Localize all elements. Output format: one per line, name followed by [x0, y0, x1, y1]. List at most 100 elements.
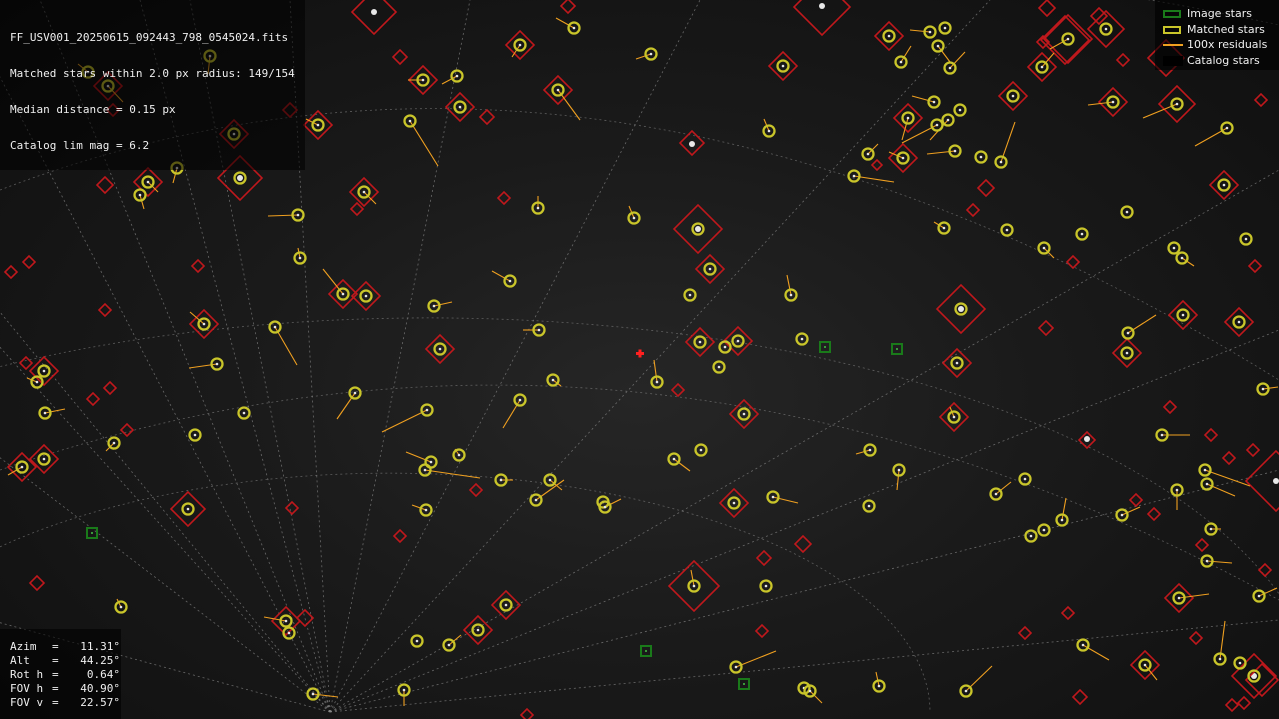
matched-star-core [402, 688, 406, 692]
matched-star-core [508, 279, 512, 283]
residual-line [909, 29, 931, 33]
matched-star-core [432, 304, 436, 308]
catalog-star-marker [1224, 697, 1240, 713]
header-info: FF_USV001_20250615_092443_798_0545024.fi… [0, 0, 305, 170]
matched-star-core [708, 267, 712, 271]
catalog-star-marker [976, 178, 996, 198]
legend-label: 100x residuals [1187, 38, 1268, 51]
matched-star-core [1042, 246, 1046, 250]
catalog-star-marker [1017, 625, 1033, 641]
matched-star-core [742, 412, 746, 416]
matched-star-core [767, 129, 771, 133]
catalog-star-marker [97, 302, 113, 318]
rotation-row: Rot h = 0.64° [10, 668, 120, 681]
matched-star-core [717, 365, 721, 369]
legend-catalog-stars: Catalog stars [1155, 54, 1279, 68]
matched-star-core [979, 155, 983, 159]
image-star-core [824, 346, 826, 348]
matched-star-core [455, 74, 459, 78]
matched-star-core [273, 325, 277, 329]
catalog-star-marker [793, 534, 813, 554]
catalog-stars-swatch-icon [1163, 56, 1183, 66]
matched-star-core [537, 328, 541, 332]
matched-star-core [943, 26, 947, 30]
catalog-star-marker [1071, 688, 1089, 706]
matched-star-core [1205, 482, 1209, 486]
matched-star-core [202, 322, 206, 326]
limiting-magnitude-text: Catalog lim mag = 6.2 [10, 139, 150, 152]
catalog-star-marker [1203, 427, 1219, 443]
matched-star-core [20, 465, 24, 469]
median-distance-text: Median distance = 0.15 px [10, 103, 176, 116]
catalog-star-marker [1247, 258, 1263, 274]
matched-star-core [1143, 663, 1147, 667]
catalog-star-marker [1128, 492, 1144, 508]
catalog-star-marker [284, 500, 300, 516]
matched-star-core [146, 180, 150, 184]
image-star-core [91, 532, 93, 534]
catalog-star-marker [349, 201, 365, 217]
catalog-star-marker [3, 264, 19, 280]
catalog-star-marker [1037, 319, 1055, 337]
matched-star-core [362, 190, 366, 194]
residual-line [409, 120, 439, 167]
bright-star [1273, 478, 1279, 484]
matched-star-core [429, 460, 433, 464]
matched-star-core [504, 603, 508, 607]
matched-star-core [186, 507, 190, 511]
matched-star-core [1222, 183, 1226, 187]
matched-star-core [1225, 126, 1229, 130]
matched-star-core [1180, 256, 1184, 260]
catalog-star-marker [870, 158, 884, 172]
matched-star-core [112, 441, 116, 445]
legend-image-stars: Image stars [1155, 7, 1279, 21]
matched-star-core [696, 227, 700, 231]
azimuth-row: Azim = 11.31° [10, 640, 120, 653]
matched-star-core [424, 508, 428, 512]
matched-star-core [1205, 559, 1209, 563]
matched-star-core [808, 689, 812, 693]
matched-star-core [800, 337, 804, 341]
residual-line [433, 301, 453, 307]
image-star-core [743, 683, 745, 685]
matched-star-core [1175, 488, 1179, 492]
matched-star-core [734, 665, 738, 669]
matched-star-core [1125, 210, 1129, 214]
matched-star-core [672, 457, 676, 461]
residual-line [1206, 560, 1233, 564]
matched-star-core [764, 584, 768, 588]
matched-star-core [1111, 100, 1115, 104]
matched-star-core [732, 501, 736, 505]
matched-count-text: Matched stars within 2.0 px radius: 149/… [10, 67, 295, 80]
matched-star-core [353, 391, 357, 395]
matched-star-core [994, 492, 998, 496]
grid-parallel [0, 472, 931, 713]
matched-star-core [603, 505, 607, 509]
matched-star-core [43, 411, 47, 415]
matched-star-core [1252, 674, 1256, 678]
residual-line [172, 167, 178, 184]
catalog-star-marker [1245, 442, 1261, 458]
matched-star-core [311, 692, 315, 696]
matched-star-core [42, 457, 46, 461]
residual-line-swatch-icon [1163, 44, 1183, 46]
rotation-value: 0.64° [86, 668, 120, 681]
matched-star-core [287, 631, 291, 635]
matched-star-core [1066, 37, 1070, 41]
image-stars-swatch-icon [1163, 10, 1181, 18]
grid-meridian [329, 0, 701, 713]
catalog-star-marker [496, 190, 512, 206]
catalog-star-marker [754, 623, 770, 639]
matched-star-core [935, 123, 939, 127]
matched-star-core [1177, 596, 1181, 600]
image-star-markers [86, 341, 903, 690]
matched-star-core [1023, 477, 1027, 481]
matched-star-core [736, 339, 740, 343]
catalog-star-marker [1188, 630, 1204, 646]
matched-star-core [866, 152, 870, 156]
catalog-star-marker [190, 258, 206, 274]
residual-line [896, 469, 900, 491]
matched-star-core [852, 174, 856, 178]
matched-star-core [959, 307, 963, 311]
bright-star [1084, 436, 1090, 442]
